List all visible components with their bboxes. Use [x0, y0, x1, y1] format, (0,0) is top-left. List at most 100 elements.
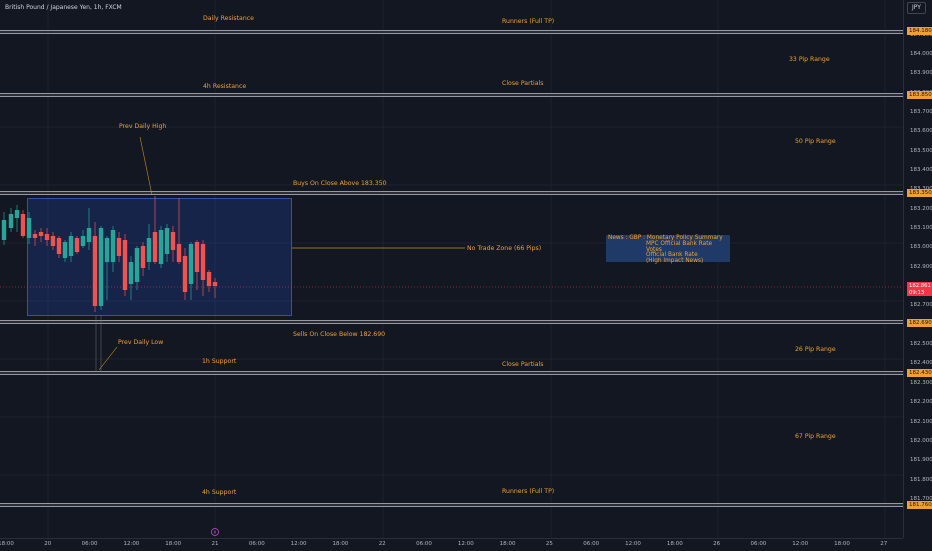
last-price-value: 182.861	[909, 283, 931, 289]
candle-body	[62, 242, 68, 258]
candle-body	[14, 210, 20, 218]
label-close-partials-bottom: Close Partials	[502, 361, 544, 368]
candle-body	[56, 238, 62, 254]
label-prev-daily-high: Prev Daily High	[119, 123, 167, 130]
level-tag-183850: 183.850	[907, 91, 932, 99]
chart-plot-area[interactable]: Daily Resistance Runners (Full TP) 4h Re…	[0, 0, 903, 538]
y-tick-label: 183.200	[910, 205, 932, 212]
y-tick-label: 183.600	[910, 128, 932, 135]
range-label-26: 26 Pip Range	[795, 346, 836, 353]
candle-body	[98, 228, 104, 306]
bar-countdown: 09:13	[909, 289, 925, 296]
candle-body	[158, 230, 164, 264]
last-price-tag: 182.861 09:13	[907, 282, 932, 296]
x-tick-label: 22	[378, 541, 386, 547]
candle-body	[104, 238, 110, 262]
candle-body	[86, 228, 92, 242]
candle-body	[200, 244, 206, 280]
candle-body	[110, 230, 116, 262]
level-tag-182690: 182.690	[907, 319, 932, 327]
candle-body	[8, 214, 14, 228]
label-no-trade-zone: No Trade Zone (66 Pips)	[467, 245, 542, 252]
candle-body	[194, 242, 200, 272]
candle-body	[32, 234, 38, 238]
range-label-33: 33 Pip Range	[789, 56, 830, 63]
x-tick-label: 06:00	[248, 541, 265, 547]
x-tick-label: 12:00	[457, 541, 474, 547]
y-tick-label: 182.300	[910, 379, 932, 386]
label-1h-support: 1h Support	[202, 358, 237, 365]
candle-body	[182, 256, 188, 292]
x-tick-label: 20	[44, 541, 52, 547]
y-tick-label: 182.100	[910, 418, 932, 425]
x-tick-label: 06:00	[750, 541, 767, 547]
x-tick-label: 18:00	[0, 541, 14, 547]
y-tick-label: 181.800	[910, 476, 932, 483]
candle-body	[212, 282, 218, 286]
label-sells: Sells On Close Below 182.690	[293, 331, 386, 338]
label-4h-resistance: 4h Resistance	[203, 83, 247, 90]
y-tick-label: 183.100	[910, 225, 932, 231]
candles-layer	[0, 136, 903, 372]
x-tick-label: 26	[713, 541, 721, 547]
range-label-67: 67 Pip Range	[795, 433, 836, 440]
label-daily-resistance: Daily Resistance	[203, 15, 254, 22]
x-tick-label: 18:00	[499, 541, 516, 547]
candle-body	[122, 240, 128, 290]
time-axis[interactable]: 18:00 20 06:00 12:00 18:00 21 06:00 12:00 18:00 2…	[0, 538, 903, 551]
candle-body	[44, 234, 50, 240]
candle-body	[128, 262, 134, 284]
label-runners-bottom: Runners (Full TP)	[502, 488, 555, 495]
y-tick-label: 183.000	[910, 244, 932, 251]
candle-body	[26, 218, 32, 238]
y-tick-label: 183.700	[910, 108, 932, 115]
label-4h-support: 4h Support	[202, 489, 237, 496]
candle-body	[50, 236, 56, 246]
candle-body	[146, 238, 152, 262]
candle-body	[134, 248, 140, 282]
x-tick-label: 12:00	[290, 541, 307, 547]
x-tick-label: 25	[545, 541, 553, 547]
x-tick-label: 06:00	[81, 541, 98, 547]
y-tick-label: 182.900	[910, 263, 932, 270]
x-tick-label: 12:00	[123, 541, 140, 547]
x-tick-label: 12:00	[625, 541, 641, 547]
candle-body	[116, 238, 122, 256]
candle-body	[140, 246, 146, 268]
y-tick-label: 184.000	[910, 50, 932, 57]
x-tick-label: 21	[211, 541, 219, 547]
y-tick-label: 183.900	[910, 70, 932, 77]
y-tick-label: 182.500	[910, 341, 932, 348]
y-tick-label: 182.200	[910, 399, 932, 406]
y-tick-label: 182.400	[910, 360, 932, 367]
candle-body	[38, 232, 44, 236]
x-tick-label: 27	[880, 541, 888, 547]
label-runners-top: Runners (Full TP)	[502, 18, 555, 25]
candle-body	[92, 236, 98, 306]
news-annotation-box[interactable]: News : GBP : Monetary Policy Summary MPC…	[606, 235, 730, 264]
candle-body	[80, 236, 86, 246]
label-prev-daily-low: Prev Daily Low	[118, 339, 164, 346]
x-tick-label: 18:00	[332, 541, 349, 547]
level-tag-184180: 184.180	[907, 27, 932, 35]
candle-body	[1, 220, 7, 240]
candle-body	[164, 228, 170, 254]
candle-body	[74, 238, 80, 252]
x-tick-label: 18:00	[165, 541, 182, 547]
y-tick-label: 181.900	[910, 457, 932, 464]
y-tick-label: 183.400	[910, 166, 932, 173]
range-label-50: 50 Pip Range	[795, 138, 836, 145]
candle-body	[188, 244, 194, 284]
symbol-title[interactable]: British Pound / Japanese Yen, 1h, FXCM	[5, 4, 122, 11]
level-tag-182430: 182.430	[907, 369, 932, 377]
lightning-icon[interactable]	[211, 528, 219, 536]
x-tick-label: 18:00	[666, 541, 683, 547]
candle-body	[152, 232, 158, 262]
candle-body	[68, 236, 74, 256]
level-tag-183350: 183.350	[907, 189, 932, 197]
x-tick-label: 06:00	[416, 541, 432, 547]
price-axis[interactable]: 184.100184.000183.900183.800183.700183.6…	[903, 0, 932, 538]
label-close-partials-top: Close Partials	[502, 80, 544, 87]
candle-body	[20, 214, 26, 236]
level-tag-181760: 181.760	[907, 501, 932, 509]
